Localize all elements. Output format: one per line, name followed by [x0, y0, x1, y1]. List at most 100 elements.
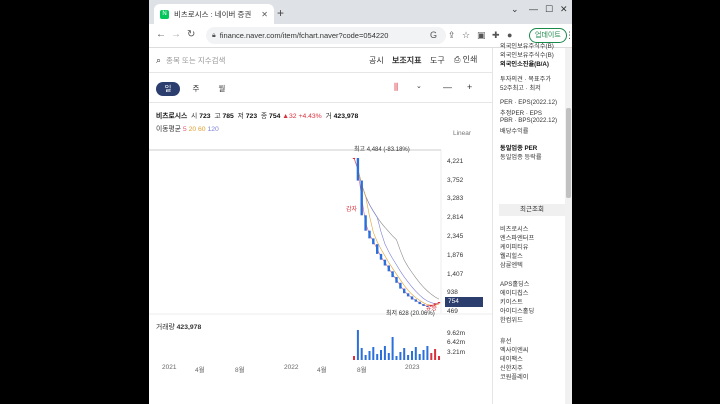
- rights-offering-marker[interactable]: 유증: [426, 303, 437, 312]
- extension-icon[interactable]: ▣: [477, 30, 486, 41]
- volume-bar: [407, 355, 410, 360]
- volume-bar: [380, 350, 382, 360]
- volume-title: 거래량 423,978: [156, 321, 201, 331]
- share-icon[interactable]: ⇪: [448, 30, 456, 41]
- recent-header: 최근조회: [499, 204, 565, 216]
- recent-item[interactable]: 휴선: [500, 336, 511, 345]
- volume-tick: 9.62m: [447, 330, 466, 337]
- sidebar-item: 투자의견 · 목표주가: [500, 76, 552, 83]
- candle: [360, 180, 363, 216]
- candle: [395, 277, 398, 283]
- bookmark-star-icon[interactable]: ☆: [462, 30, 470, 41]
- x-tick: 2021: [162, 364, 177, 371]
- volume-bar: [376, 354, 379, 360]
- new-tab-icon[interactable]: +: [277, 6, 284, 20]
- candle: [372, 238, 375, 245]
- y-tick: 3,752: [447, 177, 464, 184]
- volume-title-value: 423,978: [176, 324, 202, 331]
- recent-item[interactable]: 삼륜엔텍: [500, 260, 523, 269]
- recent-item[interactable]: 에이디칩스: [500, 288, 528, 297]
- volume-bar: [364, 355, 367, 360]
- volume-bar: [387, 353, 390, 360]
- volume-bar: [372, 347, 375, 360]
- candle: [410, 296, 414, 300]
- volume-bar: [422, 350, 425, 360]
- volume-bar: [399, 352, 402, 360]
- sidebar-item: 52주최고 · 최저: [500, 85, 541, 92]
- candle: [399, 282, 402, 289]
- chart-panel: ⌕ 종목 또는 지수검색 공시 보조지표 도구 ⎙ 인쇄 일 주 월 ⫼ ⌄ —…: [149, 48, 492, 404]
- volume-bar: [438, 356, 440, 360]
- capital-reduction-marker[interactable]: 감자: [346, 204, 357, 213]
- volume-bar: [418, 354, 421, 360]
- sidebar-item: 외국인보유주식수(B): [500, 52, 554, 59]
- candle: [352, 158, 356, 159]
- url-bar[interactable]: 🔒︎ finance.naver.com/item/fchart.naver?c…: [206, 27, 446, 44]
- x-tick: 2022: [284, 364, 299, 371]
- chevron-down-icon[interactable]: ⌄: [511, 4, 519, 15]
- browser-window: N 비츠로시스 : 네이버 증권 ✕ + ⌄ — ☐ ✕ ← → ↻ 🔒︎ fi…: [149, 0, 572, 404]
- x-tick: 8월: [357, 367, 367, 374]
- candle: [403, 288, 406, 294]
- volume-bar: [403, 348, 406, 360]
- y-tick: 2,814: [447, 214, 464, 221]
- menu-dots-icon[interactable]: ⋮: [565, 30, 572, 41]
- y-tick: 1,876: [447, 252, 464, 259]
- recent-item[interactable]: 한컴위드: [500, 315, 523, 324]
- candle: [383, 259, 387, 266]
- google-icon[interactable]: G: [430, 30, 437, 40]
- scrollbar[interactable]: [565, 48, 572, 404]
- close-tab-icon[interactable]: ✕: [261, 10, 268, 19]
- recent-item[interactable]: 테이팩스: [500, 354, 523, 363]
- candle: [376, 244, 379, 254]
- recent-item[interactable]: 엔스파엔터프: [500, 233, 534, 242]
- volume-bars-group: [353, 330, 440, 360]
- price-series-group: [352, 157, 441, 307]
- current-price-tag: 754: [445, 297, 483, 307]
- volume-bar: [383, 346, 386, 360]
- recent-item[interactable]: 웰리힐스: [500, 251, 523, 260]
- volume-bar: [395, 356, 398, 360]
- y-tick: 4,221: [447, 158, 464, 165]
- minimize-icon[interactable]: —: [529, 4, 538, 14]
- recent-item[interactable]: 엑사이엔씨: [500, 345, 528, 354]
- back-icon[interactable]: ←: [156, 29, 166, 40]
- x-tick: 8월: [235, 367, 245, 374]
- volume-bar: [368, 351, 371, 360]
- candle: [387, 265, 390, 272]
- ma5-line: [353, 157, 440, 307]
- candle: [379, 253, 383, 260]
- forward-icon[interactable]: →: [171, 29, 181, 40]
- recent-item[interactable]: 비츠로시스: [500, 224, 528, 233]
- maximize-icon[interactable]: ☐: [545, 4, 553, 15]
- sidebar-item: 외국인보유주식수(B): [500, 43, 554, 50]
- recent-item[interactable]: 신한지주: [500, 363, 523, 372]
- close-window-icon[interactable]: ✕: [560, 4, 568, 15]
- candle: [364, 215, 367, 231]
- volume-title-text: 거래량: [156, 324, 175, 331]
- tab-bar: N 비츠로시스 : 네이버 증권 ✕ + ⌄ — ☐ ✕: [149, 0, 572, 24]
- candle: [422, 304, 425, 306]
- scrollbar-thumb[interactable]: [566, 108, 571, 198]
- recent-item[interactable]: 키이스트: [500, 297, 523, 306]
- naver-favicon-icon: N: [160, 9, 169, 19]
- y-tick: 1,407: [447, 271, 464, 278]
- browser-tab[interactable]: N 비츠로시스 : 네이버 증권 ✕: [154, 4, 274, 24]
- recent-item[interactable]: 코원플레이: [500, 372, 528, 381]
- candle: [406, 293, 410, 297]
- recent-item[interactable]: 케이피티유: [500, 242, 528, 251]
- x-tick: 2023: [405, 364, 420, 371]
- puzzle-icon[interactable]: ✚: [492, 30, 500, 41]
- lock-icon: 🔒︎: [212, 31, 216, 39]
- volume-bar: [353, 356, 355, 360]
- candle: [356, 158, 360, 181]
- profile-avatar-icon[interactable]: ●: [507, 30, 512, 40]
- candle: [391, 271, 394, 278]
- recent-item[interactable]: 아이디스홀딩: [500, 306, 534, 315]
- reload-icon[interactable]: ↻: [187, 29, 195, 40]
- candle: [437, 302, 441, 304]
- volume-bar: [411, 351, 413, 360]
- recent-item[interactable]: APS홀딩스: [500, 279, 529, 288]
- volume-tick: 3.21m: [447, 349, 466, 356]
- candle: [368, 230, 371, 239]
